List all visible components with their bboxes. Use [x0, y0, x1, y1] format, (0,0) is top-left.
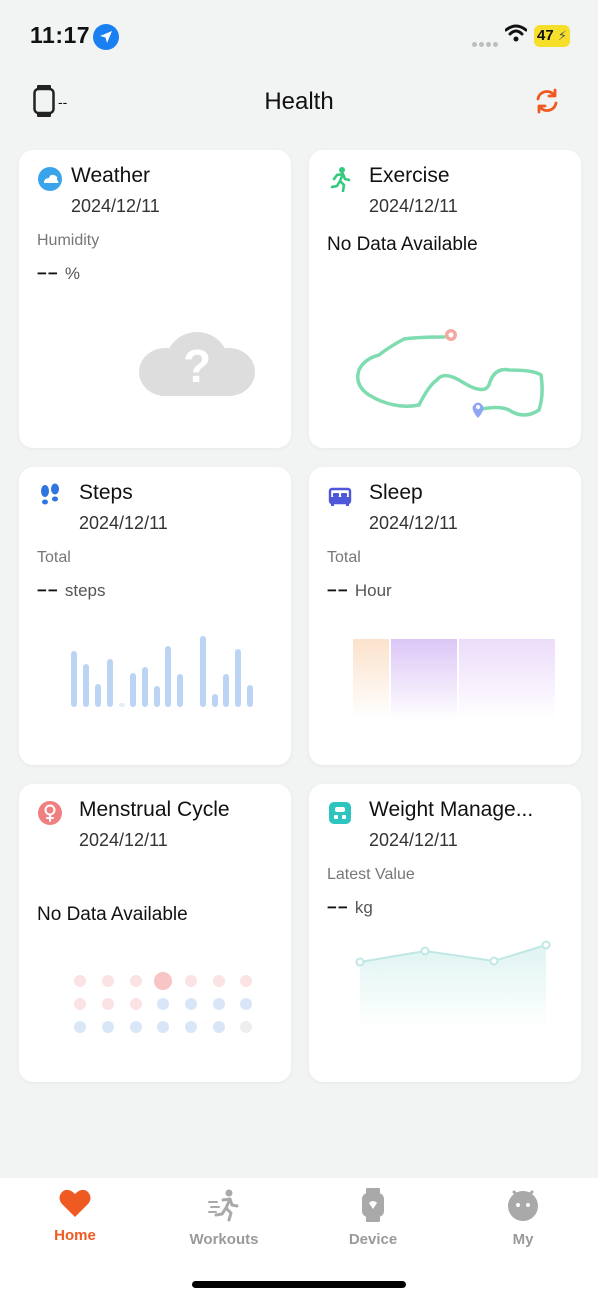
weight-latest-label: Latest Value — [327, 866, 415, 883]
sleep-title: Sleep — [369, 481, 423, 504]
humidity-label: Humidity — [37, 232, 100, 249]
sleep-date: 2024/12/11 — [369, 513, 458, 533]
wifi-icon — [505, 24, 527, 42]
exercise-card[interactable]: Exercise 2024/12/11 No Data Available — [309, 150, 581, 448]
profile-icon — [508, 1190, 538, 1221]
menstrual-title: Menstrual Cycle — [79, 798, 230, 821]
weight-value: −− kg — [327, 898, 373, 917]
steps-date: 2024/12/11 — [79, 513, 168, 533]
battery-icon: 47 ⚡ — [534, 25, 570, 47]
sleep-total-label: Total — [327, 549, 361, 566]
cycle-calendar-illustration — [74, 972, 252, 1033]
steps-card[interactable]: Steps 2024/12/11 Total −− steps — [19, 467, 291, 765]
steps-value: −− steps — [37, 581, 106, 600]
home-indicator — [192, 1281, 406, 1288]
sleep-value: −− Hour — [327, 581, 392, 600]
scale-icon — [329, 802, 351, 824]
exercise-route-illustration — [356, 329, 544, 418]
weather-title: Weather — [71, 164, 150, 187]
sleep-card[interactable]: Sleep 2024/12/11 Total −− Hour — [309, 467, 581, 765]
runner-icon — [208, 1189, 239, 1222]
steps-total-label: Total — [37, 549, 71, 566]
menstrual-card[interactable]: Menstrual Cycle 2024/12/11 No Data Avail… — [19, 784, 291, 1082]
battery-level: 47 — [537, 27, 554, 44]
tab-home-label: Home — [54, 1227, 96, 1244]
svg-text:?: ? — [183, 340, 211, 392]
location-arrow-icon — [93, 24, 119, 50]
heart-icon — [59, 1189, 91, 1217]
weight-title: Weight Manage... — [369, 798, 534, 821]
weather-card[interactable]: Weather 2024/12/11 Humidity −−% ? — [19, 150, 291, 448]
weather-icon — [38, 167, 62, 191]
sync-icon[interactable] — [534, 88, 560, 114]
footsteps-icon — [41, 483, 59, 505]
weight-trend-illustration — [355, 940, 551, 1028]
weight-date: 2024/12/11 — [369, 830, 458, 850]
status-bar: 11:17 47 ⚡ — [0, 0, 598, 72]
menstrual-no-data: No Data Available — [37, 904, 188, 925]
watch-icon — [362, 1188, 384, 1222]
signal-icon — [472, 34, 500, 52]
exercise-date: 2024/12/11 — [369, 196, 458, 216]
page-title: Health — [264, 88, 334, 115]
weight-card[interactable]: Weight Manage... 2024/12/11 Latest Value… — [309, 784, 581, 1082]
humidity-value: −−% — [37, 264, 80, 283]
sleep-stage-illustration — [353, 639, 555, 719]
unknown-weather-icon: ? — [139, 332, 255, 396]
tab-workouts[interactable]: Workouts — [174, 1188, 274, 1248]
menstrual-icon — [38, 801, 62, 825]
weather-date: 2024/12/11 — [71, 196, 160, 216]
tab-my[interactable]: My — [473, 1188, 573, 1248]
tab-device[interactable]: Device — [323, 1188, 423, 1248]
tab-home[interactable]: Home — [25, 1188, 125, 1244]
exercise-no-data: No Data Available — [327, 234, 478, 255]
tab-workouts-label: Workouts — [189, 1231, 259, 1248]
steps-bar-illustration — [71, 636, 253, 707]
page-header: -- Health — [0, 72, 598, 132]
steps-title: Steps — [79, 481, 133, 504]
tab-my-label: My — [512, 1231, 534, 1248]
bed-icon — [328, 487, 352, 506]
menstrual-date: 2024/12/11 — [79, 830, 168, 850]
runner-icon — [330, 167, 351, 192]
status-time: 11:17 — [30, 22, 91, 48]
exercise-title: Exercise — [369, 164, 450, 187]
tab-device-label: Device — [348, 1231, 398, 1248]
